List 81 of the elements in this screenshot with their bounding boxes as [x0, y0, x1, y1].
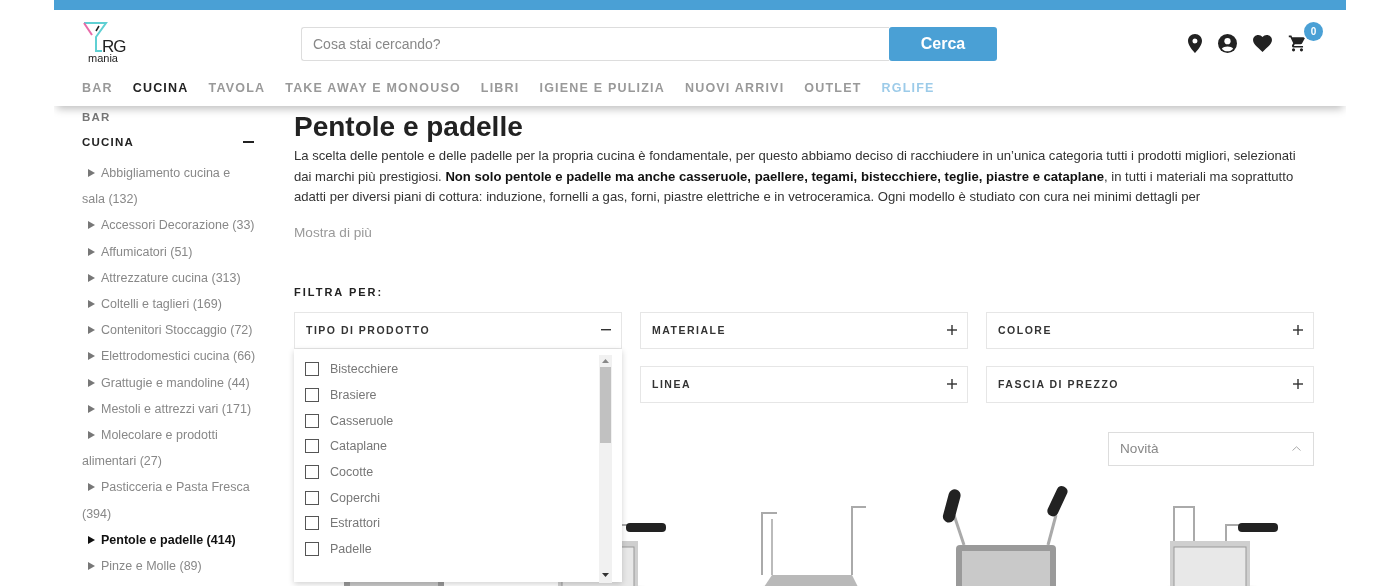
scroll-up-icon[interactable] — [602, 358, 609, 363]
nav-link[interactable]: OUTLET — [804, 81, 862, 106]
filter-option[interactable]: Coperchi — [305, 484, 599, 511]
heart-icon[interactable] — [1253, 35, 1272, 52]
sidebar-item[interactable]: Grattugie e mandoline (44) — [82, 369, 256, 396]
filter-dropdown[interactable]: LINEA — [640, 365, 968, 403]
location-pin-icon[interactable] — [1188, 34, 1202, 53]
checkbox[interactable] — [305, 362, 319, 377]
sidebar-item[interactable]: Molecolare e prodotti alimentari (27) — [82, 422, 256, 475]
sidebar-category[interactable]: CUCINA — [82, 135, 134, 148]
logo-text: RG — [102, 38, 126, 54]
logo-subtext: mania — [88, 53, 118, 63]
filter-option[interactable]: Bistecchiere — [305, 356, 599, 383]
sidebar-item[interactable]: Abbigliamento cucina e sala (132) — [82, 160, 256, 213]
chevron-up-icon — [1292, 446, 1301, 451]
filter-label: MATERIALE — [652, 324, 726, 336]
filter-label: COLORE — [998, 324, 1052, 336]
filter-label: FASCIA DI PREZZO — [998, 378, 1120, 390]
checkbox[interactable] — [305, 388, 319, 403]
sidebar-item[interactable]: Attrezzature cucina (313) — [82, 264, 256, 291]
sidebar-item[interactable]: Elettrodomestici cucina (66) — [82, 343, 256, 370]
checkbox[interactable] — [305, 542, 319, 557]
search-button[interactable]: Cerca — [889, 26, 997, 61]
checkbox[interactable] — [305, 465, 319, 480]
sidebar-category[interactable]: BAR — [82, 110, 111, 123]
cart-count-badge: 0 — [1304, 22, 1323, 41]
checkbox[interactable] — [305, 490, 319, 505]
sidebar-item[interactable]: Affumicatori (51) — [82, 238, 256, 265]
checkbox[interactable] — [305, 439, 319, 454]
checkbox[interactable] — [305, 413, 319, 428]
caret-icon — [88, 378, 95, 387]
scrollbar[interactable] — [599, 354, 612, 583]
collapse-icon[interactable] — [243, 140, 254, 143]
page-title: Pentole e padelle — [294, 110, 524, 144]
nav-link[interactable]: CUCINA — [132, 81, 189, 106]
sidebar-item[interactable]: Contenitori Stoccaggio (72) — [82, 317, 256, 344]
scroll-down-icon[interactable] — [602, 572, 609, 577]
caret-icon — [88, 247, 95, 256]
filter-option[interactable]: Cataplane — [305, 433, 599, 460]
filter-label: TIPO DI PRODOTTO — [306, 324, 431, 336]
caret-icon — [88, 169, 95, 177]
sidebar-item[interactable]: Coltelli e taglieri (169) — [82, 291, 256, 318]
sidebar-item[interactable]: Pinze e Molle (89) — [82, 553, 256, 580]
category-description: La scelta delle pentole e delle padelle per la propria cucina è fondamentale, per questo abbiamo deciso di racchiudere in un’unica categoria tutti i prodotti migliori, selezionati dai marchi più prestigiosi. Non solo pentole e padelle ma anche casseruole, paellere, tegami, bistecchiere, teglie, piastre e cataplane, in tutti i materiali ma soprattutto adatti per diversi piani di cottura: induzione, fornelli a gas, forni, piastre elettriche e in vetroceramica. Ogni modello è studiato con cura nei minimi dettagli per — [294, 147, 1297, 206]
filter-option[interactable]: Cocotte — [305, 459, 599, 485]
nav-link[interactable]: TAKE AWAY E MONOUSO — [285, 81, 461, 106]
sort-select[interactable]: Novità — [1108, 431, 1314, 466]
sidebar-item[interactable]: Pasticceria e Pasta Fresca (394) — [82, 474, 256, 527]
filter-option[interactable]: Brasiere — [305, 382, 599, 408]
caret-icon — [88, 273, 95, 282]
nav-link[interactable]: IGIENE E PULIZIA — [539, 81, 665, 106]
caret-icon — [88, 326, 95, 335]
caret-icon — [88, 404, 95, 413]
caret-icon — [88, 300, 95, 308]
filter-dropdown[interactable]: COLORE — [986, 311, 1314, 349]
search-field[interactable]: Cosa stai cercando? — [301, 26, 889, 61]
nav-link[interactable]: NUOVI ARRIVI — [684, 81, 785, 106]
account-icon[interactable] — [1218, 34, 1237, 53]
caret-icon — [88, 483, 95, 492]
caret-icon — [88, 352, 95, 361]
caret-icon — [88, 535, 95, 544]
nav-link[interactable]: LIBRI — [480, 81, 520, 106]
caret-icon — [88, 221, 95, 230]
filter-option[interactable]: Casseruole — [305, 407, 599, 434]
checkbox[interactable] — [305, 516, 319, 531]
filter-option[interactable]: Estrattori — [305, 510, 599, 537]
cart-icon[interactable] — [1288, 34, 1307, 53]
sidebar-item[interactable]: Accessori Decorazione (33) — [82, 212, 256, 239]
sidebar-item[interactable]: Mestoli e attrezzi vari (171) — [82, 395, 256, 423]
caret-icon — [88, 562, 95, 571]
nav-link[interactable]: BAR — [82, 81, 113, 106]
sidebar-item[interactable]: Pentole e padelle (414) — [82, 526, 256, 554]
filter-heading: FILTRA PER: — [294, 285, 385, 298]
caret-icon — [88, 431, 95, 440]
filter-option[interactable]: Padelle — [305, 536, 599, 562]
filter-label: LINEA — [652, 378, 691, 390]
filter-dropdown[interactable]: FASCIA DI PREZZO — [986, 365, 1314, 403]
filter-dropdown[interactable]: TIPO DI PRODOTTO — [294, 311, 622, 349]
filter-dropdown[interactable]: MATERIALE — [640, 311, 968, 349]
show-more-link[interactable]: Mostra di più — [294, 224, 372, 240]
nav-link[interactable]: TAVOLA — [208, 81, 266, 106]
